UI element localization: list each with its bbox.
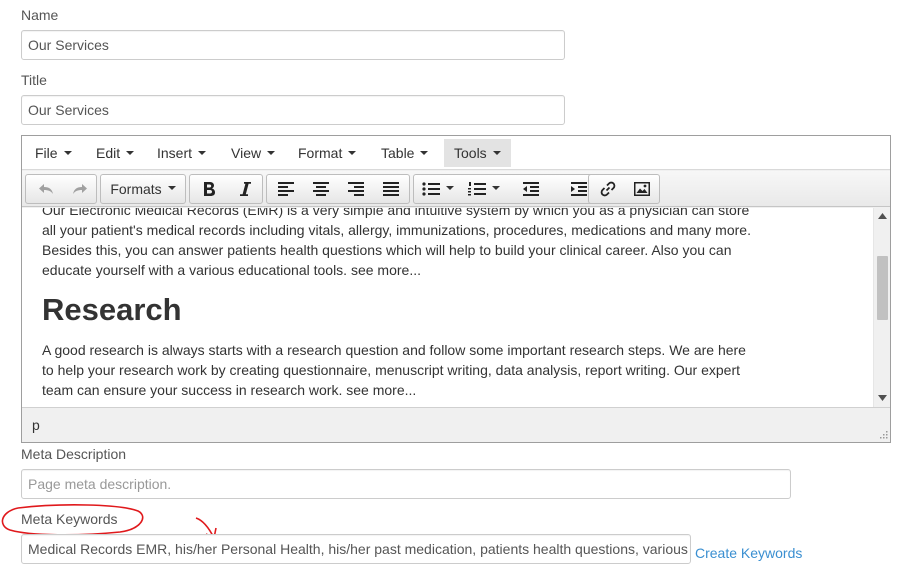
numbered-list-button[interactable] [462, 175, 506, 203]
title-label: Title [21, 72, 47, 88]
scroll-thumb[interactable] [877, 256, 888, 320]
element-path[interactable]: p [32, 417, 40, 433]
create-keywords-link[interactable]: Create Keywords [695, 545, 802, 561]
paragraph-line: team can ensure your success in research… [42, 382, 417, 398]
menu-file[interactable]: File [25, 139, 82, 167]
content-heading: Research [42, 292, 182, 327]
editor-body: Our Electronic Medical Records (EMR) is … [42, 208, 762, 400]
chevron-down-icon [492, 186, 500, 190]
italic-icon [240, 182, 251, 196]
alignment-group [266, 174, 410, 204]
chevron-down-icon [167, 186, 176, 190]
history-group [25, 174, 97, 204]
paragraph-line: Our Electronic Medical Records (EMR) is … [42, 208, 750, 218]
editor-statusbar: p [22, 407, 890, 442]
align-center-icon [313, 182, 329, 196]
scroll-down-icon[interactable] [878, 395, 887, 401]
menu-edit[interactable]: Edit [86, 139, 144, 167]
undo-button[interactable] [30, 175, 62, 203]
formats-label: Formats [110, 181, 162, 197]
redo-icon [73, 184, 87, 194]
menu-view[interactable]: View [221, 139, 285, 167]
name-input[interactable]: Our Services [21, 30, 565, 60]
link-icon [600, 181, 616, 197]
text-style-group [189, 174, 263, 204]
editor-toolbar: Formats [22, 171, 890, 207]
editor-content[interactable]: Our Electronic Medical Records (EMR) is … [22, 208, 890, 407]
chevron-down-icon [446, 186, 454, 190]
bold-icon [204, 182, 215, 196]
menu-table[interactable]: Table [371, 139, 438, 167]
chevron-down-icon [63, 151, 72, 156]
rich-text-editor: File Edit Insert View Format Table Tools… [21, 135, 891, 443]
align-justify-icon [383, 182, 399, 196]
menu-tools-label: Tools [454, 145, 487, 161]
align-center-button[interactable] [304, 175, 338, 203]
chevron-down-icon [348, 151, 357, 156]
title-input[interactable]: Our Services [21, 95, 565, 125]
name-label: Name [21, 7, 59, 23]
menu-edit-label: Edit [96, 145, 121, 161]
insert-link-button[interactable] [591, 175, 625, 203]
insert-image-button[interactable] [625, 175, 659, 203]
meta-description-input[interactable]: Page meta description. [21, 469, 791, 499]
menu-table-label: Table [381, 145, 415, 161]
italic-button[interactable] [228, 175, 262, 203]
menu-insert[interactable]: Insert [147, 139, 216, 167]
align-left-icon [278, 182, 294, 196]
paragraph-line: to help your research work by creating q… [42, 362, 740, 378]
formats-group: Formats [100, 174, 186, 204]
chevron-down-icon [420, 151, 429, 156]
align-right-icon [348, 182, 364, 196]
indent-icon [571, 182, 587, 196]
scroll-up-icon[interactable] [878, 213, 887, 219]
list-group [413, 174, 605, 204]
bullet-list-icon [422, 182, 440, 196]
numbered-list-icon [468, 182, 486, 196]
meta-keywords-input[interactable]: Medical Records EMR, his/her Personal He… [21, 534, 691, 564]
resize-handle-icon[interactable] [878, 429, 888, 439]
chevron-down-icon [267, 151, 276, 156]
menu-view-label: View [231, 145, 262, 161]
chevron-down-icon [126, 151, 135, 156]
align-right-button[interactable] [339, 175, 373, 203]
meta-description-label: Meta Description [21, 446, 127, 462]
formats-dropdown[interactable]: Formats [101, 175, 185, 203]
menu-tools[interactable]: Tools [444, 139, 511, 167]
align-left-button[interactable] [269, 175, 303, 203]
annotation-circle-icon [1, 504, 144, 536]
paragraph-line: all your patient's medical records inclu… [42, 222, 751, 238]
chevron-down-icon [198, 151, 207, 156]
redo-button[interactable] [64, 175, 96, 203]
editor-scrollbar[interactable] [873, 208, 890, 407]
outdent-icon [523, 182, 539, 196]
undo-icon [39, 184, 53, 194]
bullet-list-button[interactable] [416, 175, 460, 203]
bold-button[interactable] [192, 175, 226, 203]
align-justify-button[interactable] [374, 175, 408, 203]
insert-group [588, 174, 660, 204]
menu-file-label: File [35, 145, 58, 161]
outdent-button[interactable] [508, 175, 554, 203]
image-icon [634, 182, 650, 196]
chevron-down-icon [492, 151, 501, 156]
paragraph-line: A good research is always starts with a … [42, 342, 746, 358]
editor-menubar: File Edit Insert View Format Table Tools [22, 136, 890, 170]
menu-insert-label: Insert [157, 145, 193, 161]
menu-format[interactable]: Format [288, 139, 366, 167]
paragraph-line: educate yourself with a various educatio… [42, 262, 421, 278]
paragraph-line: Besides this, you can answer patients he… [42, 242, 732, 258]
menu-format-label: Format [298, 145, 343, 161]
